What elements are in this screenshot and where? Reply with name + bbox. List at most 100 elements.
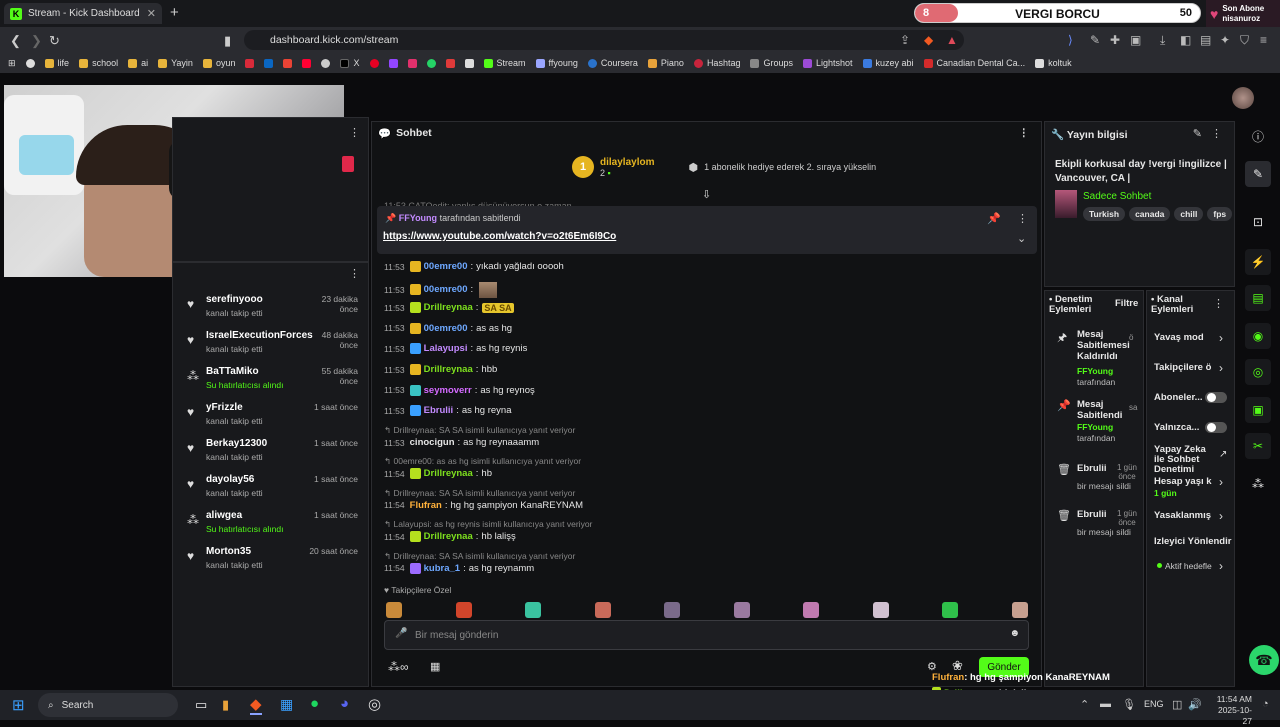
points-icon[interactable]: ⁂∞ <box>388 660 409 674</box>
message-user[interactable]: cinocigun <box>410 437 455 448</box>
forward-icon[interactable]: ❯ <box>31 33 42 49</box>
broadcast-icon[interactable]: ◎ <box>1245 359 1271 385</box>
chat-message[interactable]: 11:54 Flufran: hg hg şampiyon KanaREYNAM <box>384 500 583 511</box>
amazon-icon[interactable] <box>464 58 474 68</box>
avatar[interactable] <box>1232 87 1254 109</box>
points-icon[interactable]: ⁂ <box>1245 471 1271 497</box>
youtube-icon[interactable] <box>245 58 255 68</box>
clock[interactable]: 11:54 AM 2025-10-27 <box>1210 694 1252 727</box>
url-field[interactable]: dashboard.kick.com/stream <box>244 30 964 50</box>
app-icon[interactable]: ▮ <box>222 697 229 713</box>
extensions-icon[interactable]: ✚ <box>1110 33 1120 47</box>
notifications-icon[interactable]: ◔ <box>1262 698 1269 710</box>
channel-action-item[interactable]: Aboneler... <box>1147 391 1235 417</box>
layout-icon[interactable]: ▣ <box>1245 397 1271 423</box>
bookmark-icon[interactable]: ▮ <box>224 33 231 49</box>
mod-action-item[interactable]: 🖈 Mesaj Sabitlemesi Kaldırıldı ö FFYoung tar… <box>1045 327 1143 387</box>
emote-icon[interactable] <box>386 602 402 618</box>
bookmark-koltuk[interactable]: koltuk <box>1035 58 1072 68</box>
message-user[interactable]: Drillreynaa <box>424 468 473 479</box>
toggle-switch[interactable] <box>1205 392 1227 403</box>
sidebar-icon[interactable]: ◧ <box>1180 33 1191 47</box>
wallet-icon[interactable]: ▤ <box>1200 33 1211 47</box>
message-user[interactable]: Ebrulii <box>424 405 454 416</box>
channel-action-item[interactable]: Hesap yaşı k1 gün › <box>1147 475 1235 501</box>
extension-pen-icon[interactable]: ✎ <box>1090 33 1100 47</box>
panel-menu-icon[interactable]: ⋮ <box>349 126 360 139</box>
chat-message[interactable]: 11:53 00emre00: as as hg <box>384 322 512 334</box>
bookmark-hashtag[interactable]: Hashtag <box>693 58 740 68</box>
message-user[interactable]: Drillreynaa <box>424 364 473 375</box>
tools-icon[interactable]: ✂ <box>1245 433 1271 459</box>
emote-icon[interactable] <box>733 602 750 618</box>
chat-message[interactable]: 11:54 Drillreynaa: hb <box>384 468 492 480</box>
screenshot-icon[interactable]: ▣ <box>1130 33 1141 47</box>
tumblr-icon[interactable] <box>445 58 455 68</box>
chat-bubble-icon[interactable]: ◉ <box>1245 323 1271 349</box>
mod-action-item[interactable]: 📌 Mesaj Sabitlendi sa FFYoung tarafından <box>1045 397 1143 457</box>
bookmark-ai[interactable]: ai <box>128 58 148 68</box>
mic-icon[interactable]: 🎤 <box>395 628 407 639</box>
bookmark-piano[interactable]: Piano <box>647 58 684 68</box>
new-tab-icon[interactable]: + <box>170 4 179 21</box>
discord-icon[interactable]: ◕ <box>340 695 349 712</box>
menu-icon[interactable]: ≡ <box>1260 33 1267 47</box>
bookmark-oyun[interactable]: oyun <box>202 58 235 68</box>
stream-category[interactable]: Sadece Sohbet <box>1083 191 1151 202</box>
channel-action-item[interactable]: Yavaş mod › <box>1147 331 1235 357</box>
reload-icon[interactable]: ↻ <box>49 33 60 49</box>
pinterest-icon[interactable] <box>369 58 379 68</box>
chat-message[interactable]: 11:53 Lalayupsi: as hg reynis <box>384 343 527 355</box>
channel-action-item[interactable]: Yapay Zeka ile Sohbet Denetimi ↗ <box>1147 443 1235 475</box>
volume-icon[interactable]: 🔊 <box>1188 698 1202 711</box>
gift-leader[interactable]: 1 dilaylaylom 2 ▪ ⬢ 1 abonelik hediye ed… <box>572 156 876 178</box>
bookmark-ffyoung[interactable]: ffyoung <box>535 58 578 68</box>
bookmark-yayin[interactable]: Yayin <box>158 58 193 68</box>
browser-tab[interactable]: K Stream - Kick Dashboard ✕ <box>4 3 162 24</box>
bookmark-coursera[interactable]: Coursera <box>587 58 638 68</box>
message-user[interactable]: Drillreynaa <box>424 302 473 313</box>
message-user[interactable]: seymoverr <box>424 385 472 396</box>
bookmark-school[interactable]: school <box>79 58 118 68</box>
stream-info-menu-icon[interactable]: ⋮ <box>1211 127 1222 140</box>
chat-message[interactable]: 11:53 Drillreynaa: SA SA <box>384 302 514 314</box>
emote-icon[interactable] <box>942 602 958 618</box>
brave-rewards-icon[interactable]: ▲ <box>946 33 958 47</box>
message-user[interactable]: kubra_1 <box>424 563 460 574</box>
info-icon[interactable]: ⓘ <box>1245 123 1271 149</box>
emote-icon[interactable] <box>872 602 889 618</box>
brave-icon[interactable]: ◆ <box>250 695 262 715</box>
bookmark-x[interactable]: X <box>340 58 360 68</box>
channel-action-item[interactable]: İzleyici Yönlendir <box>1147 535 1235 561</box>
reply-context[interactable]: ↰ Drillreynaa: SA SA isimli kullanıcıya … <box>384 551 575 562</box>
bookmark-life[interactable]: life <box>44 58 69 68</box>
pinned-link[interactable]: https://www.youtube.com/watch?v=o2t6Em6I… <box>383 231 616 242</box>
network-icon[interactable]: ◫ <box>1172 698 1182 711</box>
channel-actions-menu-icon[interactable]: ⋮ <box>1213 297 1224 310</box>
panel-menu-icon[interactable]: ⋮ <box>349 267 360 280</box>
share-icon[interactable]: ⇪ <box>900 33 910 47</box>
emote-icon[interactable] <box>664 602 680 618</box>
bookmark-lightshot[interactable]: Lightshot <box>802 58 853 68</box>
expand-icon[interactable]: ⌄ <box>1017 232 1026 245</box>
chat-input[interactable]: 🎤 Bir mesaj gönderin ☻ <box>384 620 1029 650</box>
language-indicator[interactable]: ENG <box>1144 699 1164 709</box>
pen-icon[interactable]: ✎ <box>1245 161 1271 187</box>
document-icon[interactable]: ▤ <box>1245 285 1271 311</box>
chat-message[interactable]: 11:53 Drillreynaa: hbb <box>384 364 497 375</box>
brave-shield-icon[interactable]: ◆ <box>924 33 933 47</box>
scroll-down-icon[interactable]: ⇩ <box>702 188 711 201</box>
emoji-icon[interactable]: ☻ <box>1009 628 1020 639</box>
ai-icon[interactable]: ✦ <box>1220 33 1230 47</box>
google-icon[interactable] <box>25 58 35 68</box>
pin-menu-icon[interactable]: ⋮ <box>1017 212 1028 225</box>
obs-icon[interactable]: ◎ <box>368 695 381 713</box>
message-user[interactable]: 00emre00 <box>424 323 468 334</box>
reply-context[interactable]: ↰ Drillreynaa: SA SA isimli kullanıcıya … <box>384 488 575 499</box>
photos-icon[interactable]: ▦ <box>280 696 293 713</box>
download-icon[interactable]: ⤓ <box>1160 33 1165 48</box>
vpn-icon[interactable]: ⛉ <box>1240 33 1249 48</box>
chat-menu-icon[interactable]: ⋮ <box>1019 127 1030 139</box>
reply-context[interactable]: ↰ 00emre00: as as hg isimli kullanıcıya … <box>384 456 581 467</box>
message-user[interactable]: Lalayupsi <box>424 343 468 354</box>
